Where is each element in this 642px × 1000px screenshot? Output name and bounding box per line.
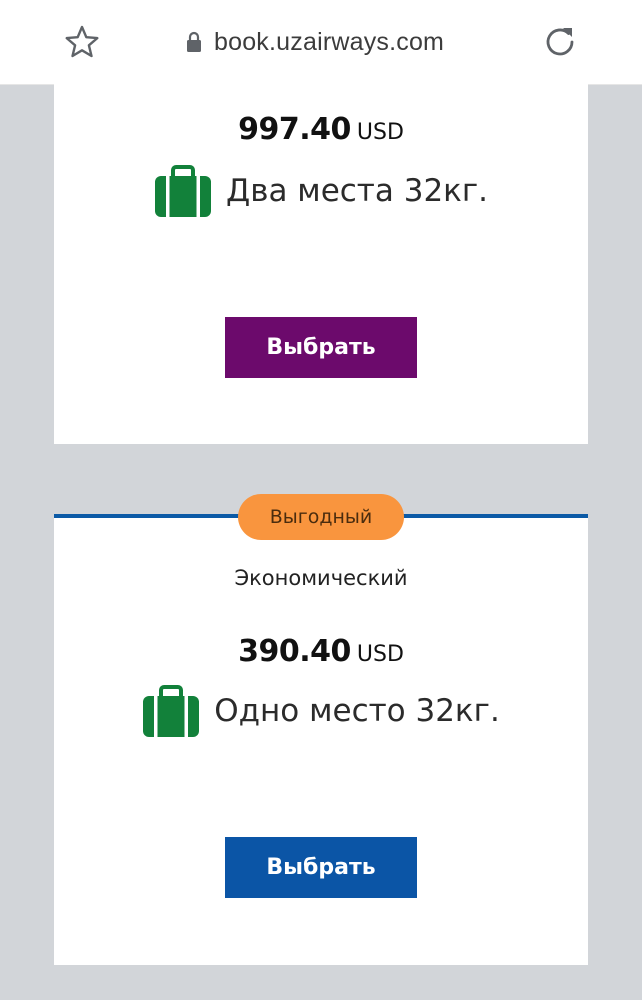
select-fare-button[interactable]: Выбрать	[225, 837, 417, 898]
star-icon[interactable]	[64, 24, 100, 60]
reload-icon[interactable]	[542, 24, 578, 60]
price-amount: 390.40	[238, 634, 351, 669]
baggage-allowance: Одно место 32кг.	[54, 684, 588, 738]
select-fare-button[interactable]: Выбрать	[225, 317, 417, 378]
baggage-text: Одно место 32кг.	[214, 693, 500, 729]
fare-card-2: Выгодный Экономический 390.40 USD Одно ме…	[54, 494, 588, 965]
best-value-badge: Выгодный	[238, 494, 404, 540]
baggage-text: Два места 32кг.	[225, 173, 489, 209]
browser-address-bar: book.uzairways.com	[0, 0, 642, 85]
baggage-allowance: Два места 32кг.	[54, 164, 588, 218]
lock-icon	[187, 31, 201, 52]
suitcase-icon	[143, 685, 200, 737]
price-currency: USD	[356, 642, 404, 667]
suitcase-icon	[154, 165, 211, 217]
fare-card-1: 997.40 USD Два места 32кг. Выбрать	[54, 84, 588, 444]
price-amount: 997.40	[238, 112, 351, 147]
fare-price: 390.40 USD	[54, 634, 588, 669]
fare-price: 997.40 USD	[54, 112, 588, 147]
fare-class-label: Экономический	[234, 566, 408, 590]
price-currency: USD	[356, 120, 404, 145]
url-field[interactable]: book.uzairways.com	[186, 26, 444, 58]
url-text: book.uzairways.com	[214, 27, 445, 56]
